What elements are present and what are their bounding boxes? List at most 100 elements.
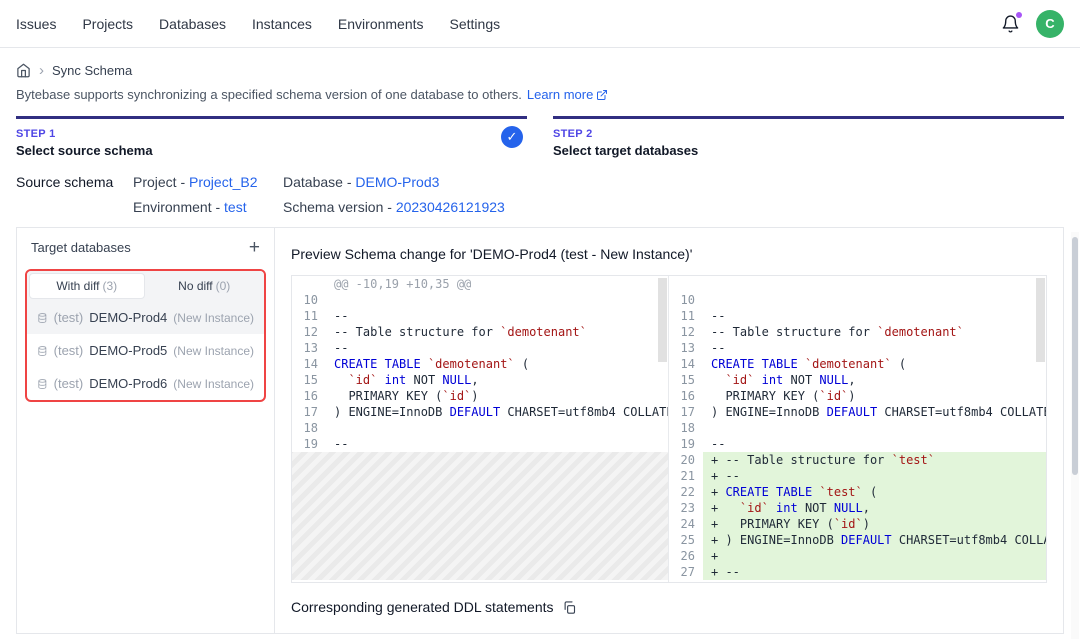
line-number: 11 <box>669 308 703 324</box>
diff-line: 20+ -- Table structure for `test` <box>669 452 1046 468</box>
diff-line: 14CREATE TABLE `demotenant` ( <box>669 356 1046 372</box>
diff-line: 10 <box>669 292 1046 308</box>
diff-hunk-header: @@ -10,19 +10,35 @@ <box>292 276 668 292</box>
step-1-title: Select source schema <box>16 143 527 158</box>
ddl-footer: Corresponding generated DDL statements <box>291 599 1047 615</box>
notification-dot <box>1016 12 1022 18</box>
diff-spacer-row <box>669 276 1046 292</box>
main-nav: Issues Projects Databases Instances Envi… <box>16 16 500 32</box>
line-number: 21 <box>669 468 703 484</box>
list-item-demo-prod5[interactable]: (test) DEMO-Prod5 (New Instance) <box>27 334 264 367</box>
intro-line: Bytebase supports synchronizing a specif… <box>0 78 1080 102</box>
source-schema-label: Source schema <box>16 174 133 215</box>
schema-version-link[interactable]: 20230426121923 <box>396 199 505 215</box>
step-2-title: Select target databases <box>553 143 1064 158</box>
nav-item-projects[interactable]: Projects <box>82 16 133 32</box>
diff-pane-right[interactable]: 1011--12-- Table structure for `demotena… <box>669 276 1046 582</box>
list-item-demo-prod4[interactable]: (test) DEMO-Prod4 (New Instance) <box>27 301 264 334</box>
learn-more-link[interactable]: Learn more <box>527 87 608 102</box>
line-number <box>669 276 703 292</box>
line-number: 14 <box>669 356 703 372</box>
line-number: 12 <box>292 324 326 340</box>
db-environment: (test) <box>54 376 84 391</box>
line-number: 18 <box>669 420 703 436</box>
line-number: 13 <box>292 340 326 356</box>
diff-line: 25+ ) ENGINE=InnoDB DEFAULT CHARSET=utf8… <box>669 532 1046 548</box>
line-number: 24 <box>669 516 703 532</box>
page-scrollbar[interactable] <box>1071 232 1079 639</box>
instance-icon <box>37 377 48 391</box>
line-number: 19 <box>669 436 703 452</box>
target-databases-title: Target databases <box>31 240 131 255</box>
schema-preview-panel: Preview Schema change for 'DEMO-Prod4 (t… <box>275 228 1063 633</box>
diff-line: 19-- <box>669 436 1046 452</box>
line-number: 25 <box>669 532 703 548</box>
project-link[interactable]: Project_B2 <box>189 174 257 190</box>
add-target-database-button[interactable]: + <box>249 238 260 257</box>
line-number: 18 <box>292 420 326 436</box>
breadcrumb: › Sync Schema <box>0 48 1080 78</box>
home-icon[interactable] <box>16 63 31 78</box>
diff-pane-left[interactable]: @@ -10,19 +10,35 @@1011--12-- Table stru… <box>292 276 669 582</box>
diff-line: 11-- <box>292 308 668 324</box>
line-number: 22 <box>669 484 703 500</box>
list-item-demo-prod6[interactable]: (test) DEMO-Prod6 (New Instance) <box>27 367 264 400</box>
source-schema-summary: Source schema Project - Project_B2 Envir… <box>0 158 1080 215</box>
db-name: DEMO-Prod6 <box>89 376 167 391</box>
diff-line: 12-- Table structure for `demotenant` <box>292 324 668 340</box>
line-number: 13 <box>669 340 703 356</box>
diff-line: 18 <box>292 420 668 436</box>
page-scrollbar-thumb[interactable] <box>1072 237 1078 475</box>
line-number: 17 <box>292 404 326 420</box>
nav-item-environments[interactable]: Environments <box>338 16 424 32</box>
environment-link[interactable]: test <box>224 199 247 215</box>
copy-icon[interactable] <box>562 600 577 615</box>
nav-item-databases[interactable]: Databases <box>159 16 226 32</box>
step-2-label: STEP 2 <box>553 128 1064 140</box>
diff-line: 11-- <box>669 308 1046 324</box>
left-pane-scrollbar[interactable] <box>658 278 667 362</box>
preview-title: Preview Schema change for 'DEMO-Prod4 (t… <box>291 246 1047 262</box>
source-database: Database - DEMO-Prod3 <box>283 174 505 190</box>
tab-with-diff[interactable]: With diff(3) <box>29 273 145 299</box>
line-number: 15 <box>669 372 703 388</box>
db-environment: (test) <box>54 310 84 325</box>
diff-line: 13-- <box>669 340 1046 356</box>
intro-text: Bytebase supports synchronizing a specif… <box>16 87 522 102</box>
schema-version-label: Schema version - <box>283 199 392 215</box>
instance-icon <box>37 344 48 358</box>
diff-line: 14CREATE TABLE `demotenant` ( <box>292 356 668 372</box>
diff-editor: @@ -10,19 +10,35 @@1011--12-- Table stru… <box>291 275 1047 583</box>
right-pane-scrollbar[interactable] <box>1036 278 1045 362</box>
instance-icon <box>37 311 48 325</box>
tab-with-diff-count: (3) <box>102 279 117 293</box>
diff-line: 18 <box>669 420 1046 436</box>
project-label: Project - <box>133 174 185 190</box>
db-instance-suffix: (New Instance) <box>173 311 254 325</box>
nav-item-instances[interactable]: Instances <box>252 16 312 32</box>
line-number: 17 <box>669 404 703 420</box>
ddl-statements-title: Corresponding generated DDL statements <box>291 599 554 615</box>
step-2[interactable]: STEP 2 Select target databases <box>553 116 1064 158</box>
line-number: 23 <box>669 500 703 516</box>
source-environment: Environment - test <box>133 199 283 215</box>
diff-line: 26+ <box>669 548 1046 564</box>
line-number: 11 <box>292 308 326 324</box>
chevron-right-icon: › <box>39 63 44 78</box>
nav-item-settings[interactable]: Settings <box>450 16 501 32</box>
nav-item-issues[interactable]: Issues <box>16 16 56 32</box>
database-link[interactable]: DEMO-Prod3 <box>355 174 439 190</box>
step-1[interactable]: STEP 1 Select source schema <box>16 116 527 158</box>
line-number: 27 <box>669 564 703 580</box>
line-number <box>292 276 326 292</box>
db-instance-suffix: (New Instance) <box>173 377 254 391</box>
line-number: 12 <box>669 324 703 340</box>
notifications-bell-icon[interactable] <box>1001 14 1020 34</box>
user-avatar[interactable]: C <box>1036 10 1064 38</box>
diff-line: 21+ -- <box>669 468 1046 484</box>
diff-line: 12-- Table structure for `demotenant` <box>669 324 1046 340</box>
db-environment: (test) <box>54 343 84 358</box>
line-number: 16 <box>292 388 326 404</box>
diff-line: 27+ -- <box>669 564 1046 580</box>
tab-no-diff[interactable]: No diff(0) <box>147 273 263 299</box>
